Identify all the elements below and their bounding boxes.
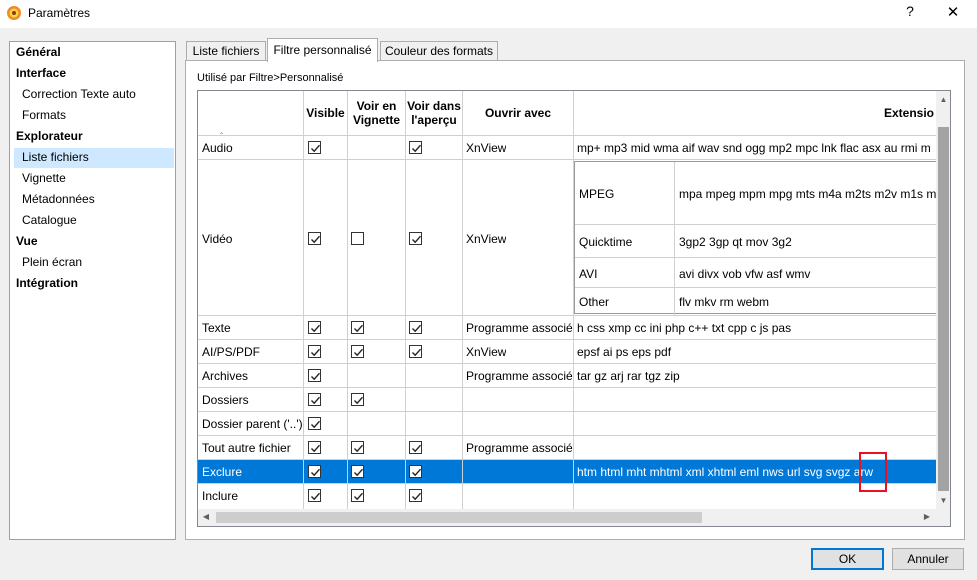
extensions-value[interactable]: tar gz arj rar tgz zip xyxy=(577,369,936,383)
open-with-value[interactable]: XnView xyxy=(466,345,506,359)
sidebar-item-explorer[interactable]: Explorateur xyxy=(16,127,83,147)
row-name: Texte xyxy=(202,321,231,335)
subformat-extensions[interactable]: mpa mpeg mpm mpg mts m4a m2ts m2v m1s m xyxy=(679,187,936,201)
row-name: Tout autre fichier xyxy=(202,441,291,455)
visible-checkbox[interactable] xyxy=(308,369,321,382)
column-header-preview[interactable]: Voir dans l'aperçu xyxy=(406,91,462,135)
subformat-extensions[interactable]: flv mkv rm webm xyxy=(679,295,936,309)
visible-checkbox[interactable] xyxy=(308,321,321,334)
sidebar-item-general[interactable]: Général xyxy=(16,43,61,63)
row-name: AI/PS/PDF xyxy=(202,345,261,359)
sidebar-item-metadata[interactable]: Métadonnées xyxy=(22,190,95,210)
preview-checkbox[interactable] xyxy=(409,232,422,245)
column-header-extensions[interactable]: Extensio xyxy=(574,91,936,135)
sort-indicator-icon: ‸ xyxy=(220,124,224,134)
visible-checkbox[interactable] xyxy=(308,393,321,406)
horizontal-scroll-thumb[interactable] xyxy=(216,512,702,523)
close-button[interactable]: ✕ xyxy=(938,3,968,23)
visible-checkbox[interactable] xyxy=(308,345,321,358)
thumbnail-checkbox[interactable] xyxy=(351,489,364,502)
subformat-type: Quicktime xyxy=(579,235,633,249)
row-name: Inclure xyxy=(202,489,239,503)
vertical-scroll-thumb[interactable] xyxy=(938,127,949,491)
column-header-thumbnail[interactable]: Voir en Vignette xyxy=(348,91,405,135)
row-name: Archives xyxy=(202,369,249,383)
visible-checkbox[interactable] xyxy=(308,489,321,502)
annotation-highlight-box xyxy=(859,452,887,492)
subformat-type: Other xyxy=(579,295,610,309)
horizontal-scrollbar[interactable]: ◀ ▶ xyxy=(198,509,936,526)
preview-checkbox[interactable] xyxy=(409,441,422,454)
title-bar: Paramètres ? ✕ xyxy=(0,0,977,28)
thumbnail-checkbox[interactable] xyxy=(351,441,364,454)
column-header-name[interactable] xyxy=(198,91,303,135)
scroll-left-icon[interactable]: ◀ xyxy=(201,512,211,521)
open-with-value[interactable]: Programme associé xyxy=(466,321,573,335)
sidebar-item-formats[interactable]: Formats xyxy=(22,106,66,126)
sidebar-item-view[interactable]: Vue xyxy=(16,232,38,252)
tab-file-list[interactable]: Liste fichiers xyxy=(186,41,266,61)
video-subformats-table: MPEG mpa mpeg mpm mpg mts m4a m2ts m2v m… xyxy=(574,161,936,315)
scrollbar-corner xyxy=(936,509,950,526)
row-name: Dossier parent ('..') xyxy=(202,417,303,431)
column-header-visible[interactable]: Visible xyxy=(304,91,347,135)
settings-category-tree: Général Interface Correction Texte auto … xyxy=(9,41,176,540)
scroll-down-icon[interactable]: ▼ xyxy=(936,496,950,505)
subformat-type: MPEG xyxy=(579,187,615,201)
ok-button[interactable]: OK xyxy=(811,548,884,570)
sidebar-item-integration[interactable]: Intégration xyxy=(16,274,78,294)
tab-format-colors[interactable]: Couleur des formats xyxy=(380,41,498,61)
visible-checkbox[interactable] xyxy=(308,441,321,454)
sidebar-item-autocorrect[interactable]: Correction Texte auto xyxy=(22,85,136,105)
custom-filter-grid: ‸ Visible Voir en Vignette Voir dans l'a… xyxy=(197,90,951,527)
extensions-value[interactable]: epsf ai ps eps pdf xyxy=(577,345,936,359)
thumbnail-checkbox[interactable] xyxy=(351,345,364,358)
scroll-up-icon[interactable]: ▲ xyxy=(936,95,950,104)
sidebar-item-thumbnail[interactable]: Vignette xyxy=(22,169,66,189)
column-header-open-with[interactable]: Ouvrir avec xyxy=(463,91,573,135)
subformat-extensions[interactable]: 3gp2 3gp qt mov 3g2 xyxy=(679,235,936,249)
cancel-button[interactable]: Annuler xyxy=(892,548,964,570)
open-with-value[interactable]: Programme associé xyxy=(466,441,573,455)
thumbnail-checkbox[interactable] xyxy=(351,465,364,478)
open-with-value[interactable]: Programme associé xyxy=(466,369,573,383)
used-by-label: Utilisé par Filtre>Personnalisé xyxy=(197,72,344,84)
extensions-value[interactable]: mp+ mp3 mid wma aif wav snd ogg mp2 mpc … xyxy=(577,141,936,155)
subformat-extensions[interactable]: avi divx vob vfw asf wmv xyxy=(679,267,936,281)
preview-checkbox[interactable] xyxy=(409,321,422,334)
sidebar-item-catalog[interactable]: Catalogue xyxy=(22,211,77,231)
row-name: Exclure xyxy=(202,465,243,479)
window-title: Paramètres xyxy=(28,6,91,20)
row-name: Dossiers xyxy=(202,393,249,407)
row-name: Audio xyxy=(202,141,233,155)
extensions-value[interactable]: h css xmp cc ini php c++ txt cpp c js pa… xyxy=(577,321,936,335)
thumbnail-checkbox[interactable] xyxy=(351,321,364,334)
preview-checkbox[interactable] xyxy=(409,345,422,358)
tab-custom-filter[interactable]: Filtre personnalisé xyxy=(267,38,378,62)
preview-checkbox[interactable] xyxy=(409,141,422,154)
thumbnail-checkbox[interactable] xyxy=(351,232,364,245)
visible-checkbox[interactable] xyxy=(308,417,321,430)
xnview-app-icon xyxy=(7,6,21,20)
row-name: Vidéo xyxy=(202,232,233,246)
visible-checkbox[interactable] xyxy=(308,141,321,154)
sidebar-item-fullscreen[interactable]: Plein écran xyxy=(22,253,82,273)
visible-checkbox[interactable] xyxy=(308,465,321,478)
vertical-scrollbar[interactable]: ▲ ▼ xyxy=(936,91,950,509)
subformat-type: AVI xyxy=(579,267,598,281)
preview-checkbox[interactable] xyxy=(409,489,422,502)
preview-checkbox[interactable] xyxy=(409,465,422,478)
open-with-value[interactable]: XnView xyxy=(466,141,506,155)
visible-checkbox[interactable] xyxy=(308,232,321,245)
sidebar-item-interface[interactable]: Interface xyxy=(16,64,66,84)
scroll-right-icon[interactable]: ▶ xyxy=(922,512,932,521)
sidebar-item-file-list[interactable]: Liste fichiers xyxy=(14,148,174,168)
thumbnail-checkbox[interactable] xyxy=(351,393,364,406)
open-with-value[interactable]: XnView xyxy=(466,232,506,246)
help-button[interactable]: ? xyxy=(898,3,922,23)
